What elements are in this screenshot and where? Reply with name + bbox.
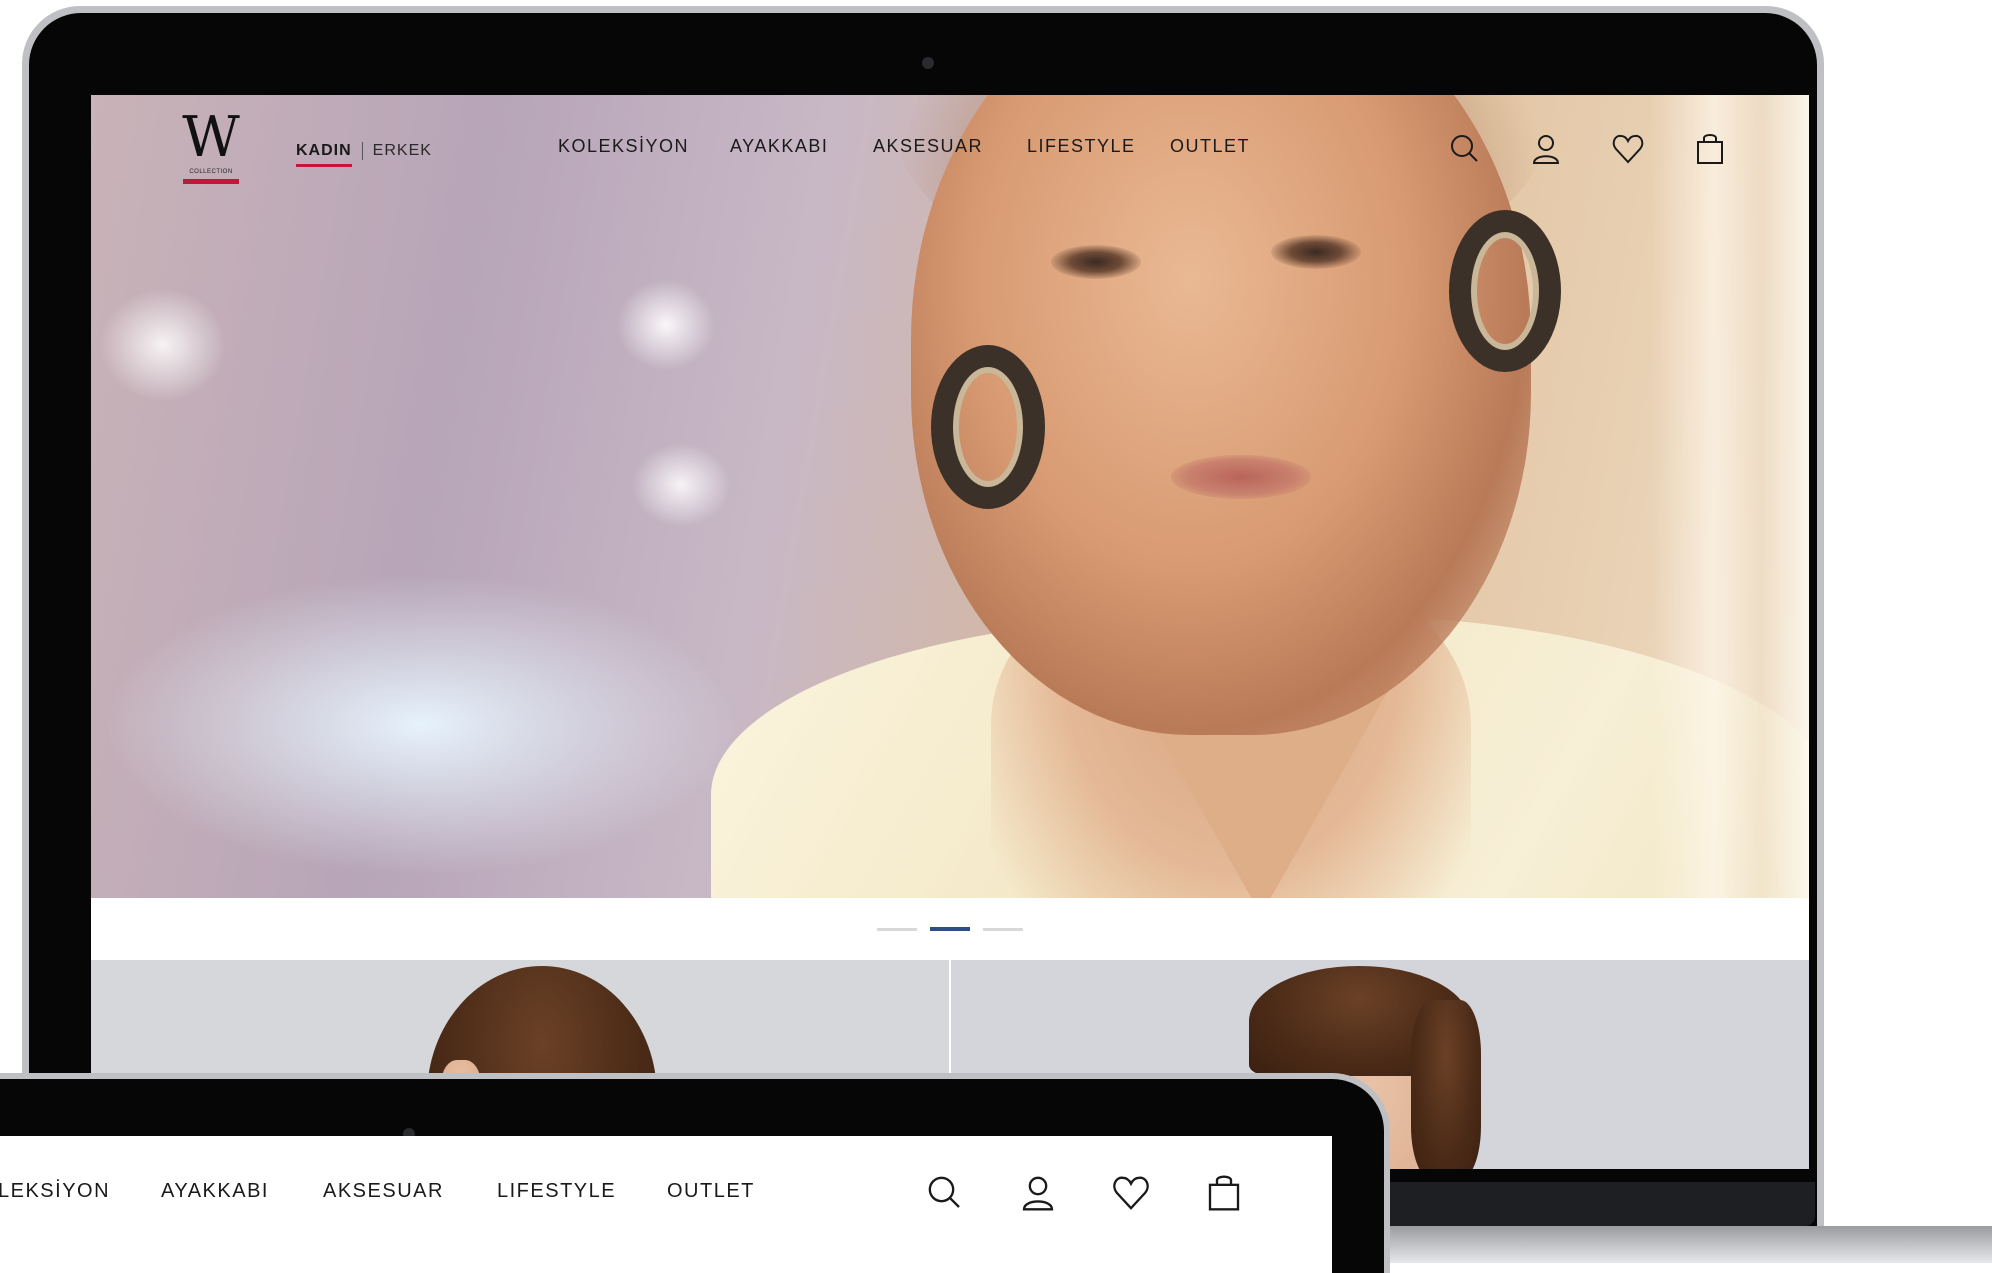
earring-right [1449,210,1561,372]
carousel-dot-2[interactable] [930,927,970,931]
user-icon[interactable] [1528,131,1564,167]
menu-item-lifestyle[interactable]: LIFESTYLE [1027,136,1136,157]
hero-banner[interactable]: W COLLECTION KADIN ERKEK KOLEKSİYON AYAK… [91,95,1809,898]
logo-subtitle: COLLECTION [189,169,233,175]
logo[interactable]: W COLLECTION [177,107,245,187]
laptop-base [1390,1226,1992,1263]
gender-switch: KADIN ERKEK [296,139,432,167]
carousel-dot-1[interactable] [877,928,917,931]
carousel-dot-3[interactable] [983,928,1023,931]
heart-icon[interactable] [1610,131,1646,167]
bag-icon[interactable] [1203,1172,1245,1214]
heart-icon[interactable] [1110,1172,1152,1214]
hero-curtain [1651,95,1809,898]
menu-item-aksesuar[interactable]: AKSESUAR [873,136,983,157]
front-menu-item-ayakkabi[interactable]: AYAKKABI [161,1180,269,1203]
menu-item-outlet[interactable]: OUTLET [1170,136,1250,157]
front-laptop: LEKSİYON AYAKKABI AKSESUAR LIFESTYLE OUT… [0,1073,1390,1273]
model-hair-side-right [1411,1000,1481,1169]
carousel-indicators [91,898,1809,960]
search-icon[interactable] [924,1172,966,1214]
menu-item-koleksiyon[interactable]: KOLEKSİYON [558,136,689,157]
menu-item-ayakkabi[interactable]: AYAKKABI [730,136,828,157]
hero-lips [1171,455,1311,499]
laptop-lower-bezel [1390,1182,1815,1226]
gender-divider [361,142,363,160]
front-menu-item-aksesuar[interactable]: AKSESUAR [323,1180,444,1203]
search-icon[interactable] [1447,131,1483,167]
hero-eye-right [1271,235,1361,269]
logo-underline [183,179,239,184]
earring-left [931,345,1045,509]
front-menu-item-lifestyle[interactable]: LIFESTYLE [497,1180,616,1203]
front-website-screen: LEKSİYON AYAKKABI AKSESUAR LIFESTYLE OUT… [0,1136,1332,1273]
gender-kadin[interactable]: KADIN [296,142,352,167]
camera-icon [922,57,934,69]
header-nav: W COLLECTION KADIN ERKEK KOLEKSİYON AYAK… [91,95,1809,215]
user-icon[interactable] [1017,1172,1059,1214]
gender-erkek[interactable]: ERKEK [373,142,432,160]
hero-eye-left [1051,245,1141,279]
front-menu-item-koleksiyon[interactable]: LEKSİYON [0,1180,110,1203]
website-screen: W COLLECTION KADIN ERKEK KOLEKSİYON AYAK… [91,95,1809,1169]
logo-mark: W [182,105,240,170]
front-menu-item-outlet[interactable]: OUTLET [667,1180,755,1203]
bag-icon[interactable] [1692,131,1728,167]
